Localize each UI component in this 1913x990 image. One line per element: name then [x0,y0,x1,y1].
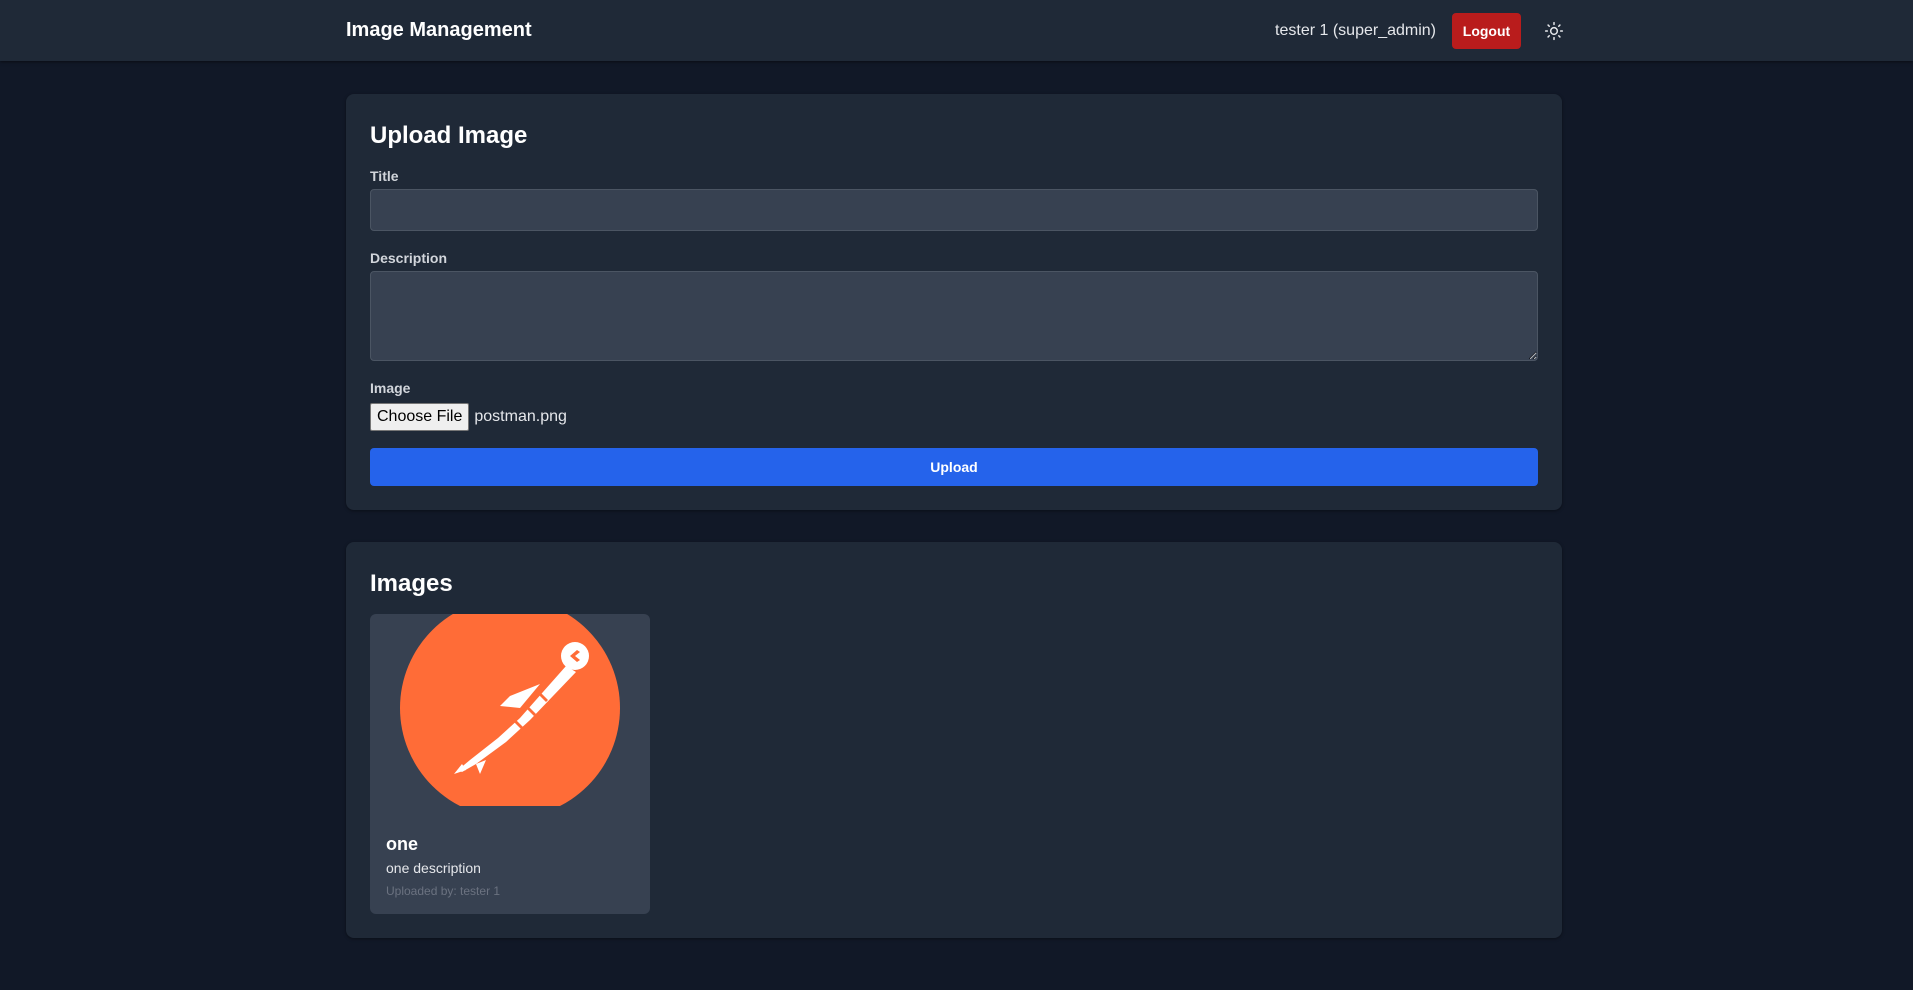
description-label: Description [370,250,448,266]
selected-file-name: postman.png [474,408,567,425]
images-card: Images one one description Uploaded by: … [346,542,1562,938]
description-textarea[interactable] [370,271,1538,361]
image-uploader: Uploaded by: tester 1 [386,884,501,898]
theme-toggle-button[interactable] [1541,18,1567,44]
upload-button[interactable]: Upload [370,448,1538,486]
file-input: Choose File postman.png [370,403,567,431]
navbar-actions: tester 1 (super_admin) Logout [1275,12,1567,49]
upload-card-title: Upload Image [370,122,528,149]
navbar-content: Image Management tester 1 (super_admin) … [346,0,1567,61]
image-title: one [386,834,419,854]
image-thumbnail[interactable] [370,614,650,806]
app-title: Image Management [346,19,532,41]
image-label: Image [370,380,411,396]
choose-file-button[interactable]: Choose File [370,403,470,431]
sun-icon [1544,21,1564,40]
title-input[interactable] [370,189,1538,231]
upload-card: Upload Image Title Description Image Cho… [346,94,1562,510]
images-card-title: Images [370,570,453,597]
logout-button[interactable]: Logout [1452,12,1521,49]
postman-logo-icon [400,614,620,806]
title-label: Title [370,168,399,184]
image-description: one description [386,860,481,876]
top-navbar: Image Management tester 1 (super_admin) … [0,0,1913,61]
image-card[interactable]: one one description Uploaded by: tester … [370,614,650,914]
current-user-label: tester 1 (super_admin) [1275,21,1436,39]
